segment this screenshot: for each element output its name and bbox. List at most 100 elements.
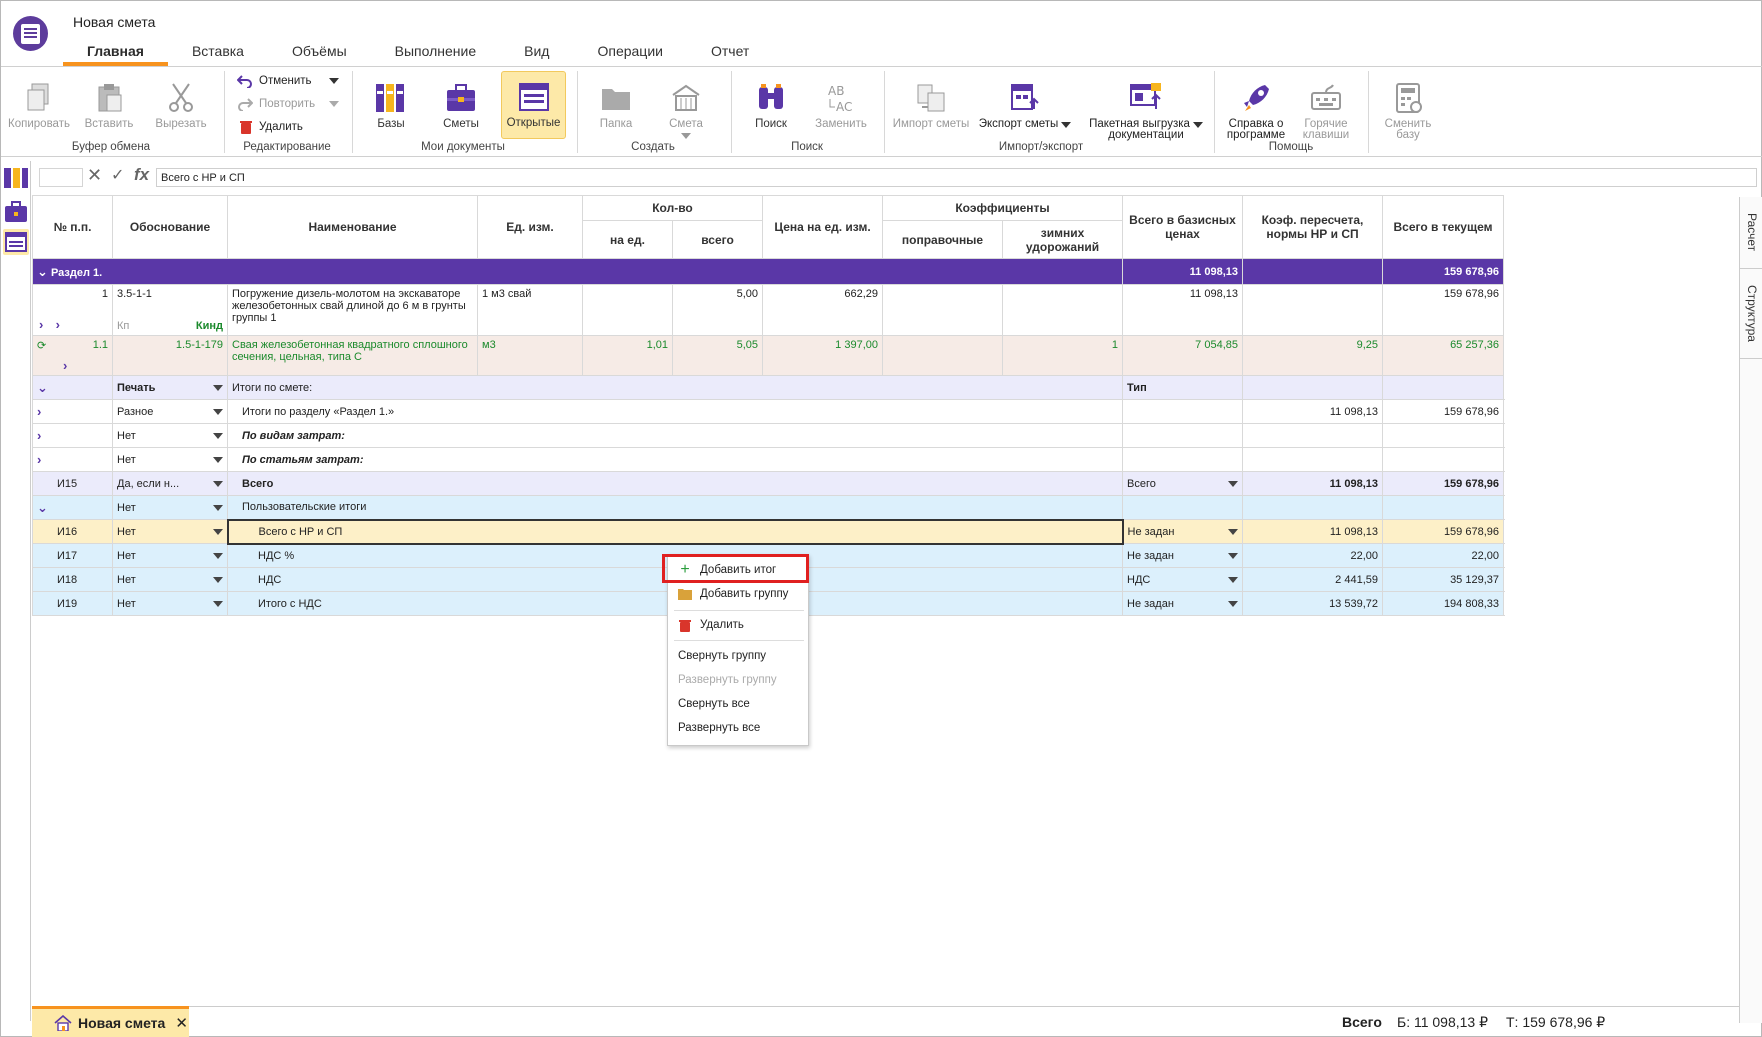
about-button[interactable]: Справка о программе [1221, 81, 1291, 141]
chevron-right-icon[interactable]: › [56, 317, 60, 332]
user-total-print[interactable]: Нет [112, 591, 228, 616]
briefcase-icon[interactable] [3, 199, 29, 225]
new-estimate-dropdown-icon[interactable] [681, 133, 691, 139]
totals-row-print[interactable]: Нет [112, 447, 228, 472]
table-row[interactable]: 1 › › 3.5-1-1 Кп Кинд Погружение дизель-… [32, 284, 1504, 336]
col-qty-header[interactable]: Кол-во [582, 195, 763, 221]
col-coef-winter-header[interactable]: зимних удорожаний [1002, 220, 1123, 259]
item2-unit[interactable]: м3 [477, 335, 583, 376]
dropdown-arrow-icon[interactable] [1228, 528, 1238, 535]
chevron-right-icon[interactable]: › [63, 358, 67, 373]
dropdown-arrow-icon[interactable] [1228, 576, 1238, 583]
item2-basis[interactable]: 1.5-1-179 [112, 335, 228, 376]
redo-button[interactable]: Повторить [237, 97, 339, 111]
item2-coef-winter[interactable]: 1 [1002, 335, 1123, 376]
open-windows-icon[interactable] [3, 229, 29, 255]
search-button[interactable]: Поиск [741, 81, 801, 130]
expand-all-menu-item[interactable]: Развернуть все [668, 718, 810, 738]
user-total-type[interactable]: Не задан [1122, 519, 1243, 544]
dropdown-arrow-icon[interactable] [213, 432, 223, 439]
tab-view[interactable]: Вид [500, 39, 573, 66]
chevron-right-icon[interactable]: › [39, 317, 43, 332]
change-base-button[interactable]: Сменить базу [1375, 81, 1441, 141]
col-total-current-header[interactable]: Всего в текущем [1382, 195, 1504, 259]
add-group-menu-item[interactable]: Добавить группу [668, 584, 810, 604]
chevron-right-icon[interactable]: › [37, 428, 41, 443]
item1-coef-corr[interactable] [882, 284, 1003, 336]
chevron-down-icon[interactable]: ⌄ [37, 264, 48, 279]
formula-input[interactable]: Всего с НР и СП [156, 168, 1757, 187]
totals-row-print[interactable]: Разное [112, 399, 228, 424]
replace-button[interactable]: AB AC Заменить [811, 81, 871, 130]
total-all-print[interactable]: Да, если н... [112, 471, 228, 496]
refresh-icon[interactable]: ⟳ [37, 339, 46, 352]
paste-button[interactable]: Вставить [79, 81, 139, 130]
col-unit-header[interactable]: Ед. изм. [477, 195, 583, 259]
delete-button[interactable]: Удалить [239, 120, 303, 134]
user-total-row-selected[interactable]: И16 Нет Всего с НР и СП Не задан 11 098,… [32, 518, 1504, 545]
chevron-down-icon[interactable]: ⌄ [37, 380, 48, 395]
app-logo-icon[interactable] [13, 16, 48, 51]
dropdown-arrow-icon[interactable] [213, 600, 223, 607]
dropdown-arrow-icon[interactable] [212, 528, 223, 535]
batch-export-dropdown-icon[interactable] [1192, 121, 1203, 128]
function-icon[interactable]: fx [134, 165, 149, 185]
item2-name[interactable]: Свая железобетонная квадратного сплошног… [227, 335, 478, 376]
total-all-row[interactable]: И15 Да, если н... Всего Всего 11 098,13 … [32, 471, 1504, 496]
copy-button[interactable]: Копировать [7, 81, 71, 130]
collapse-group-menu-item[interactable]: Свернуть группу [668, 646, 810, 666]
confirm-edit-icon[interactable]: ✓ [111, 165, 124, 185]
tab-execution[interactable]: Выполнение [371, 39, 500, 66]
chevron-down-icon[interactable]: ⌄ [37, 500, 48, 515]
user-totals-header-row[interactable]: ⌄ Нет Пользовательские итоги [32, 495, 1504, 520]
document-tab[interactable]: Новая смета ✕ [32, 1006, 189, 1037]
item2-coef-recalc[interactable]: 9,25 [1242, 335, 1383, 376]
item2-price[interactable]: 1 397,00 [762, 335, 883, 376]
dropdown-arrow-icon[interactable] [213, 384, 223, 391]
tab-insert[interactable]: Вставка [168, 39, 268, 66]
tab-calculation[interactable]: Расчет [1740, 197, 1762, 269]
dropdown-arrow-icon[interactable] [213, 456, 223, 463]
totals-row[interactable]: › Нет По видам затрат: [32, 423, 1504, 448]
user-total-print[interactable]: Нет [112, 519, 228, 544]
dropdown-arrow-icon[interactable] [213, 408, 223, 415]
user-total-print[interactable]: Нет [112, 567, 228, 592]
total-all-type[interactable]: Всего [1122, 471, 1243, 496]
item1-qty-per[interactable] [582, 284, 673, 336]
col-price-header[interactable]: Цена на ед. изм. [762, 195, 883, 259]
item2-qty-total[interactable]: 5,05 [672, 335, 763, 376]
col-coef-header[interactable]: Коэффициенты [882, 195, 1123, 221]
redo-dropdown-icon[interactable] [329, 101, 339, 107]
expand-group-menu-item[interactable]: Развернуть группу [668, 670, 810, 690]
dropdown-arrow-icon[interactable] [1228, 552, 1238, 559]
export-dropdown-icon[interactable] [1061, 121, 1072, 128]
item1-coef-winter[interactable] [1002, 284, 1123, 336]
close-icon[interactable]: ✕ [175, 1014, 188, 1032]
open-documents-button[interactable]: Открытые [501, 71, 566, 139]
table-row[interactable]: ⟳ 1.1 › 1.5-1-179 Свая железобетонная кв… [32, 335, 1504, 376]
user-total-print[interactable]: Нет [112, 543, 228, 568]
item1-unit[interactable]: 1 м3 свай [477, 284, 583, 336]
col-coef-corr-header[interactable]: поправочные [882, 220, 1003, 259]
col-basis-header[interactable]: Обоснование [112, 195, 228, 259]
col-total-base-header[interactable]: Всего в базисных ценах [1122, 195, 1243, 259]
undo-button[interactable]: Отменить [237, 74, 339, 88]
export-estimate-button[interactable]: Экспорт сметы [977, 81, 1073, 130]
col-coef-recalc-header[interactable]: Коэф. пересчета, нормы НР и СП [1242, 195, 1383, 259]
item1-name[interactable]: Погружение дизель-молотом на экскаваторе… [227, 284, 478, 336]
tab-report[interactable]: Отчет [687, 39, 773, 66]
dropdown-arrow-icon[interactable] [213, 576, 223, 583]
item2-qty-per[interactable]: 1,01 [582, 335, 673, 376]
dropdown-arrow-icon[interactable] [1228, 480, 1238, 487]
tab-operations[interactable]: Операции [573, 39, 687, 66]
totals-row[interactable]: › Разное Итоги по разделу «Раздел 1.» 11… [32, 399, 1504, 424]
tab-structure[interactable]: Структура [1740, 269, 1762, 359]
delete-menu-item[interactable]: Удалить [668, 615, 810, 635]
item1-basis-cell[interactable]: 3.5-1-1 Кп Кинд [112, 284, 228, 336]
user-total-type[interactable]: НДС [1122, 567, 1243, 592]
bases-button[interactable]: Базы [361, 81, 421, 130]
col-qty-per-header[interactable]: на ед. [582, 220, 673, 259]
chevron-right-icon[interactable]: › [37, 452, 41, 467]
dropdown-arrow-icon[interactable] [213, 552, 223, 559]
tab-home[interactable]: Главная [63, 39, 168, 66]
